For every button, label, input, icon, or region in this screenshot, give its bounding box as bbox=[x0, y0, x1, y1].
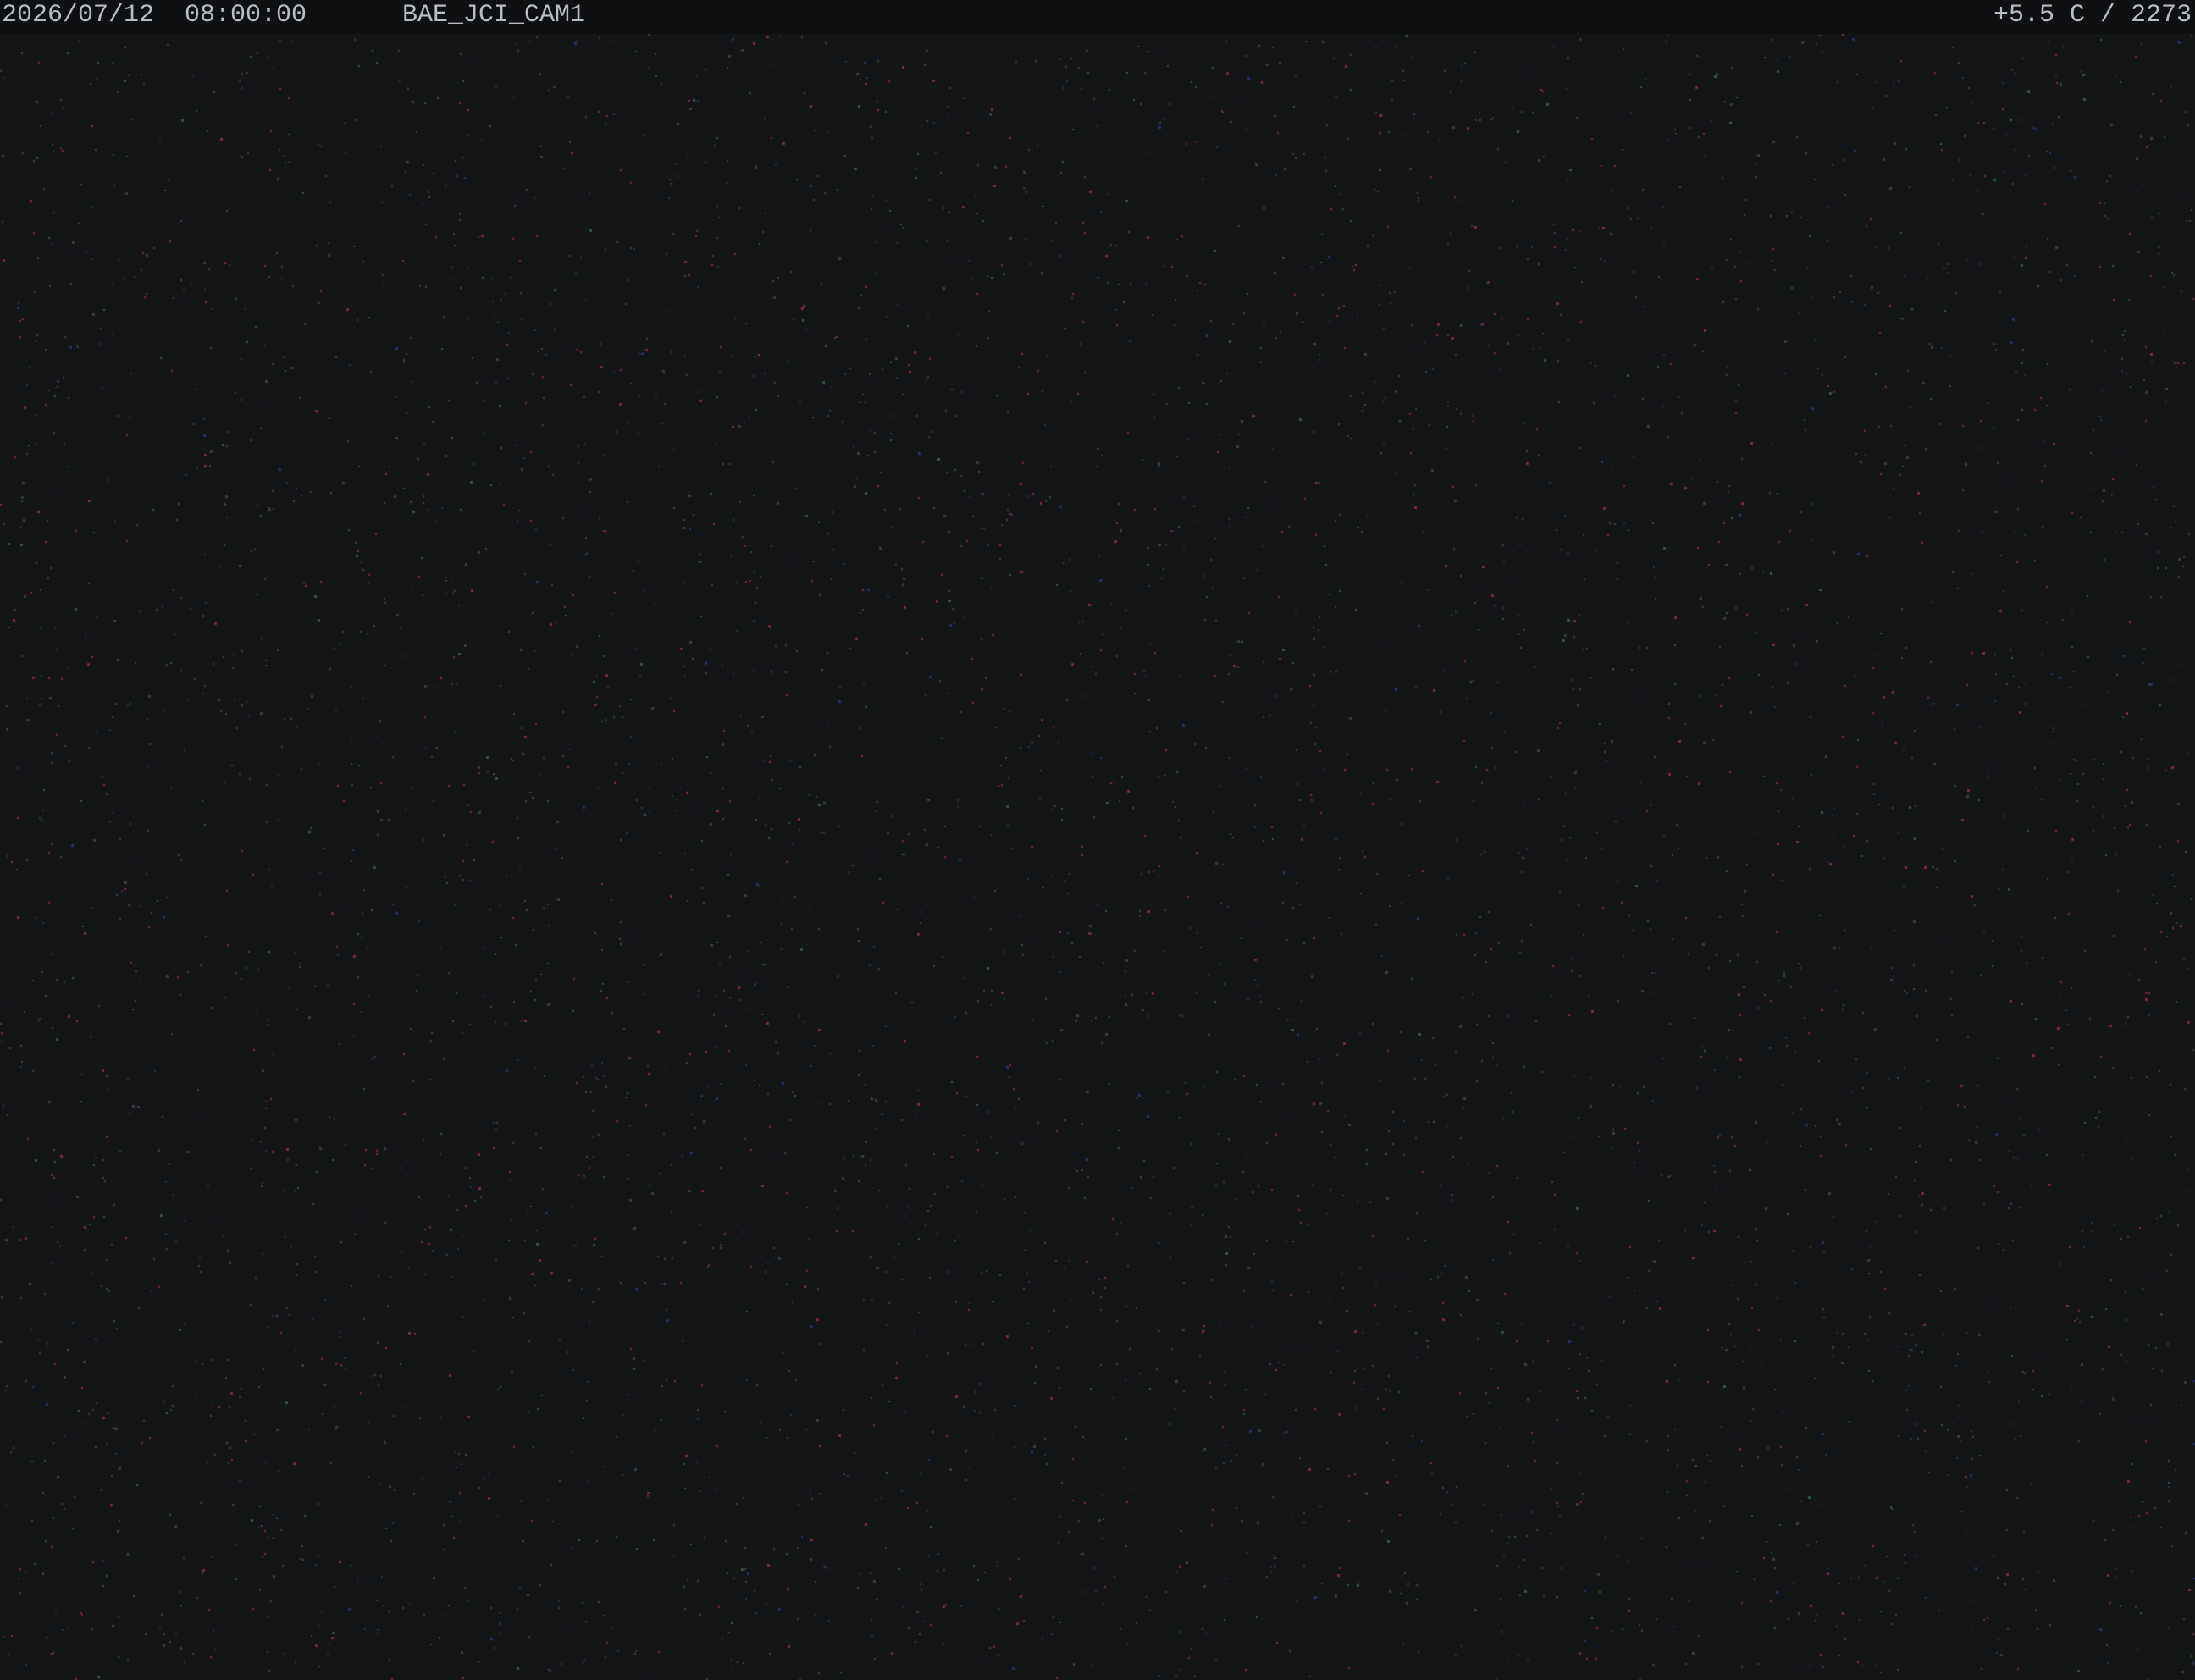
sensor-noise-image bbox=[0, 34, 2195, 1680]
osd-telemetry: +5.5 C / 2273 bbox=[1993, 1, 2192, 30]
osd-overlay-bar: 2026/07/12 08:00:00 BAE_JCI_CAM1 +5.5 C … bbox=[0, 0, 2195, 34]
camera-frame: 2026/07/12 08:00:00 BAE_JCI_CAM1 +5.5 C … bbox=[0, 0, 2195, 1680]
osd-camera-id: BAE_JCI_CAM1 bbox=[402, 1, 586, 30]
osd-datetime: 2026/07/12 08:00:00 bbox=[2, 1, 307, 30]
